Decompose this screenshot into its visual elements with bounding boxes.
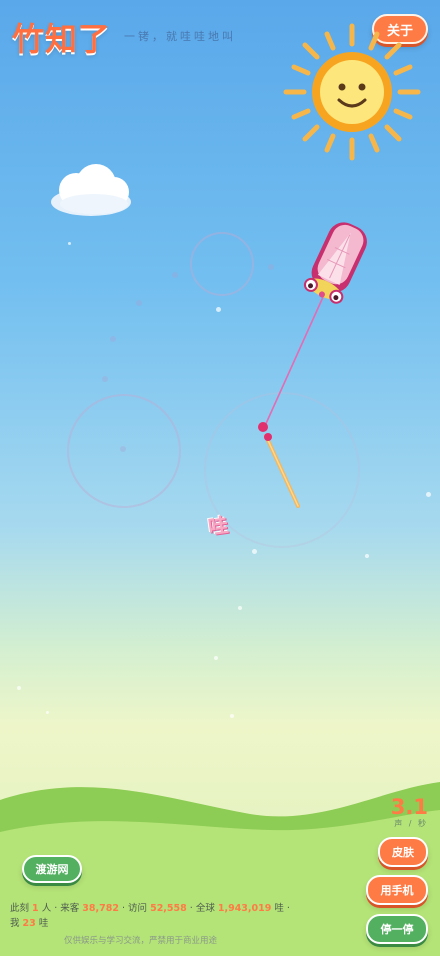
skin-button[interactable]: 皮肤 xyxy=(378,837,428,867)
stats-prefix: 此刻 xyxy=(10,903,30,914)
global-label: · 全球 xyxy=(189,903,215,914)
disclaimer: 仅供娱乐与学习交流，严禁用于商业用途 xyxy=(64,936,218,946)
site-link-button[interactable]: 渡游网 xyxy=(22,855,82,883)
use-phone-button[interactable]: 用手机 xyxy=(366,875,428,905)
visitor-count: 38,782 xyxy=(82,903,119,914)
speed-value: 3.1 xyxy=(390,795,428,819)
speed-unit: 声 / 秒 xyxy=(394,819,428,828)
visits-label: · 访问 xyxy=(122,903,148,914)
speed-readout: 3.1 声 / 秒 xyxy=(391,796,428,829)
game-screen: 竹知了 一铐，就哇哇地叫 关于 哇 3.1 声 / 秒 渡游网 皮肤 用手机 停… xyxy=(0,0,440,956)
stats-line: 此刻 1 人 · 来客 38,782 · 访问 52,558 · 全球 1,94… xyxy=(10,901,300,931)
visit-count: 52,558 xyxy=(150,903,187,914)
my-unit: 哇 xyxy=(38,918,49,929)
pause-button[interactable]: 停一停 xyxy=(366,914,428,944)
online-unit: 人 · 来客 xyxy=(41,903,80,914)
global-count: 1,943,019 xyxy=(217,903,272,914)
online-count: 1 xyxy=(32,903,39,914)
wa-sound-text: 哇 xyxy=(206,512,230,540)
my-count: 23 xyxy=(22,918,36,929)
